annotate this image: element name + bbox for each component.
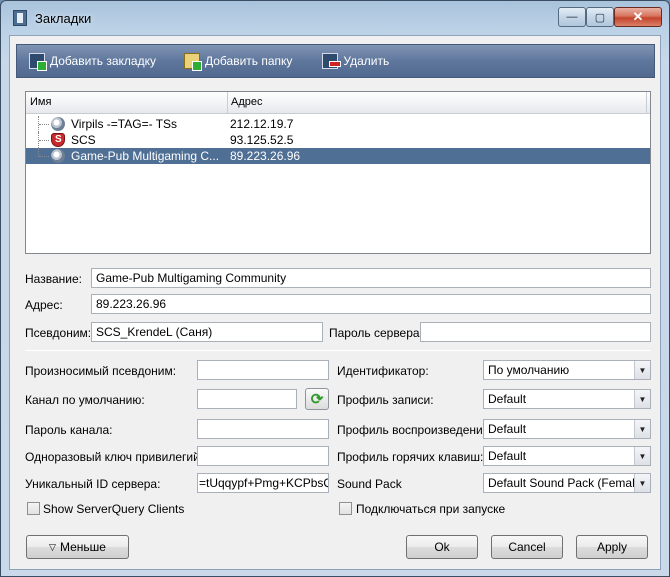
bookmark-row[interactable]: SCS 93.125.52.5 [26,132,650,148]
bookmark-name: SCS [71,133,96,147]
sound-pack-value: Default Sound Pack (Female) [488,476,646,490]
add-folder-button[interactable]: Добавить папку [184,53,293,71]
column-header-name[interactable]: Имя [30,96,51,108]
bookmark-address: 89.223.26.96 [230,149,301,163]
tree-header: Имя Адрес [26,92,650,114]
less-button-label: Меньше [59,540,106,554]
name-field[interactable]: Game-Pub Multigaming Community [91,268,651,288]
add-bookmark-label: Добавить закладку [50,54,156,68]
column-header-address[interactable]: Адрес [231,96,263,108]
hotkey-profile-select[interactable]: Default ▼ [483,446,651,466]
chevron-down-icon: ▼ [634,420,650,438]
capture-profile-select[interactable]: Default ▼ [483,389,651,409]
teamspeak-icon [51,117,65,131]
playback-profile-label: Профиль воспроизведения: [337,423,493,437]
tree-line [39,140,49,141]
bookmark-name: Game-Pub Multigaming C... [71,149,220,163]
chevron-down-icon: ▼ [634,447,650,465]
ok-button[interactable]: Ok [406,535,478,559]
unique-id-field[interactable]: =tUqqypf+Pmg+KCPbsQ= [197,473,329,493]
channel-password-label: Пароль канала: [25,423,113,437]
capture-profile-value: Default [488,392,527,406]
tree-line [38,148,39,156]
teamspeak-icon [51,149,65,163]
bookmark-row[interactable]: Virpils -=TAG=- TSs 212.12.19.7 [26,116,650,132]
phonetic-nickname-label: Произносимый псевдоним: [25,364,177,378]
privilege-key-field[interactable] [197,446,329,466]
add-folder-label: Добавить папку [205,54,293,68]
address-label: Адрес: [25,298,63,312]
privilege-key-label: Одноразовый ключ привилегий: [25,450,204,464]
apply-button[interactable]: Apply [576,535,648,559]
bookmark-name: Virpils -=TAG=- TSs [71,117,178,131]
sound-pack-label: Sound Pack [337,477,402,491]
hotkey-profile-value: Default [488,449,527,463]
cancel-button[interactable]: Cancel [491,535,563,559]
toolbar: Добавить закладку Добавить папку Удалить [16,44,655,78]
add-bookmark-icon [29,53,47,71]
minimize-button[interactable]: — [558,7,586,27]
hotkey-profile-label: Профиль горячих клавиш: [337,450,484,464]
bookmark-address: 212.12.19.7 [230,117,294,131]
section-divider [25,350,651,351]
less-button[interactable]: ▽ Меньше [26,535,129,559]
phonetic-nickname-field[interactable] [197,360,329,380]
column-divider [646,92,647,114]
tree-line [39,124,49,125]
delete-icon [322,53,342,69]
refresh-channel-button[interactable]: ⟳ [305,388,329,410]
delete-label: Удалить [343,54,390,68]
playback-profile-select[interactable]: Default ▼ [483,419,651,439]
playback-profile-value: Default [488,422,527,436]
channel-password-field[interactable] [197,419,329,439]
bookmark-address: 93.125.52.5 [230,133,294,147]
tree-line [39,156,49,157]
sound-pack-select[interactable]: Default Sound Pack (Female) ▼ [483,473,651,493]
add-folder-icon [184,53,202,71]
connect-on-startup-label: Подключаться при запуске [356,502,506,516]
connect-on-startup-checkbox[interactable] [339,502,352,515]
identity-value: По умолчанию [488,363,570,377]
chevron-down-icon: ▼ [634,474,650,492]
chevron-down-icon: ▼ [634,390,650,408]
show-serverquery-checkbox[interactable] [27,502,40,515]
refresh-icon: ⟳ [310,391,324,408]
identity-select[interactable]: По умолчанию ▼ [483,360,651,380]
delete-button[interactable]: Удалить [322,53,389,69]
default-channel-field[interactable] [197,389,297,409]
maximize-button[interactable]: ▢ [586,7,614,27]
close-button[interactable]: ✕ [614,7,662,27]
bookmarks-window: Закладки — ▢ ✕ Добавить закладку Добавит… [0,0,670,577]
chevron-down-icon: ▼ [634,361,650,379]
window-title: Закладки [35,11,92,26]
bookmark-row-selected[interactable]: Game-Pub Multigaming C... 89.223.26.96 [26,148,650,164]
address-field[interactable]: 89.223.26.96 [91,294,651,314]
shield-icon [51,133,65,147]
title-bar[interactable]: Закладки — ▢ ✕ [1,1,669,35]
nickname-field[interactable]: SCS_KrendeL (Саня) [91,322,323,342]
server-password-label: Пароль сервера: [329,326,423,340]
collapse-icon: ▽ [49,541,56,552]
name-label: Название: [25,272,82,286]
bookmark-tree[interactable]: Имя Адрес Virpils -=TAG=- TSs 212.12.19.… [25,91,651,254]
nickname-label: Псевдоним: [25,326,92,340]
add-bookmark-button[interactable]: Добавить закладку [29,53,156,71]
capture-profile-label: Профиль записи: [337,393,434,407]
dialog-body: Добавить закладку Добавить папку Удалить… [9,35,661,570]
bookmarks-app-icon [13,10,27,26]
column-divider[interactable] [227,92,228,114]
unique-id-label: Уникальный ID сервера: [25,477,161,491]
show-serverquery-label: Show ServerQuery Clients [43,502,185,516]
default-channel-label: Канал по умолчанию: [25,393,145,407]
identity-label: Идентификатор: [337,364,429,378]
server-password-field[interactable] [420,322,651,342]
